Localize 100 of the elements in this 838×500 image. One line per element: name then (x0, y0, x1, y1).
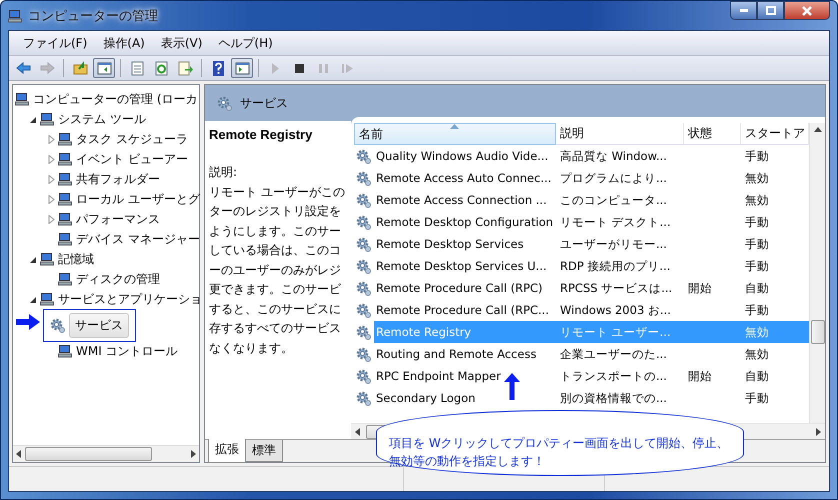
scrollbar-thumb[interactable] (25, 447, 152, 461)
table-cell-text: Remote Access Auto Connec... (375, 171, 552, 185)
scroll-up-icon[interactable] (814, 127, 822, 132)
minimize-button[interactable] (730, 1, 757, 20)
description-text: ようにします。このサー (209, 222, 342, 240)
tree-item[interactable]: ローカル ユーザーとグ (74, 190, 202, 208)
table-cell-text: 開始 (687, 280, 713, 296)
table-cell-text: プログラムにより... (559, 170, 668, 186)
monitor-icon (58, 232, 72, 246)
column-header[interactable]: 状態 (684, 123, 741, 145)
expand-arrow-icon[interactable] (47, 214, 56, 224)
scroll-right-icon[interactable] (816, 428, 821, 436)
expand-arrow-icon[interactable] (47, 134, 56, 144)
tree-item[interactable]: 共有フォルダー (74, 170, 162, 188)
tab[interactable]: 標準 (245, 440, 283, 462)
maximize-button[interactable] (757, 1, 784, 20)
table-cell-text: Remote Desktop Configuration (375, 215, 554, 229)
table-cell-text: 手動 (744, 214, 770, 230)
table-cell-text: Remote Registry (375, 325, 472, 339)
toolbar-button[interactable] (93, 58, 115, 78)
expand-arrow-icon[interactable] (47, 154, 56, 164)
minimize-icon (738, 8, 748, 12)
table-cell-text: このコンピュータ... (559, 192, 668, 208)
horizontal-scrollbar[interactable] (13, 445, 199, 462)
monitor-icon (58, 152, 72, 166)
collapse-arrow-icon[interactable] (29, 254, 38, 264)
gear-icon (356, 346, 371, 362)
scrollbar-thumb[interactable] (810, 320, 824, 344)
description-text: している場合は、このコ (209, 242, 342, 259)
scroll-right-icon[interactable] (191, 450, 196, 458)
table-cell-text: Remote Desktop Services U... (375, 259, 548, 273)
collapse-arrow-icon[interactable] (29, 294, 38, 304)
tree-item[interactable]: ディスクの管理 (74, 270, 162, 288)
description-text: 更できます。このサービ (209, 281, 342, 298)
table-cell-text: 別の資格情報での... (559, 390, 668, 406)
menu-item[interactable]: 表示(V) (152, 32, 210, 54)
scroll-left-icon[interactable] (355, 428, 360, 436)
toolbar-button[interactable] (231, 58, 253, 78)
panel-title: サービス (240, 94, 288, 112)
table-cell-text: 企業ユーザーのた... (559, 346, 668, 362)
pane-icon (96, 60, 112, 76)
hint-text: 項目を Wクリックしてプロパティー画面を出して開始、停止、 (389, 436, 730, 451)
gear-icon (356, 368, 371, 384)
table-cell-text: Remote Access Connection ... (375, 193, 548, 207)
gear-icon (356, 170, 371, 186)
description-text: ーのユーザーのみがレジ (209, 262, 342, 278)
menu-item[interactable]: 操作(A) (95, 32, 153, 54)
gear-icon (356, 236, 371, 252)
collapse-arrow-icon[interactable] (29, 114, 38, 124)
tree-item[interactable]: デバイス マネージャー (74, 230, 202, 248)
table-cell-text: リモート デスクト... (559, 214, 672, 230)
tree-item[interactable]: システム ツール (56, 110, 148, 128)
gear-icon (356, 302, 371, 318)
export-icon (176, 60, 194, 76)
tree-item[interactable]: 記憶域 (56, 250, 96, 268)
maximize-icon (766, 6, 776, 15)
column-header[interactable]: 名前 (354, 123, 556, 145)
table-cell-text: 自動 (744, 280, 770, 296)
description-text: なくなります。 (209, 340, 294, 356)
table-cell-text: 手動 (744, 258, 770, 274)
refresh-icon (152, 60, 170, 76)
table-cell-text: 無効 (744, 170, 770, 186)
monitor-icon (58, 344, 72, 358)
table-cell-text: 手動 (744, 390, 770, 406)
tree-item[interactable]: イベント ビューアー (74, 150, 190, 168)
scroll-left-icon[interactable] (16, 450, 21, 458)
arrow-icon (16, 314, 40, 330)
back-arrow-icon (14, 60, 32, 76)
gear-icon (356, 324, 371, 340)
close-icon (801, 6, 813, 16)
description-label: 説明: (209, 164, 238, 181)
table-cell-text: 無効 (744, 192, 770, 208)
menu-item[interactable]: ヘルプ(H) (210, 32, 281, 54)
table-cell-text: 高品質な Window... (559, 148, 668, 164)
table-cell-text: Routing and Remote Access (375, 347, 538, 361)
expand-arrow-icon[interactable] (47, 194, 56, 204)
tree-item[interactable]: サービス (69, 312, 129, 338)
gear-icon (356, 280, 371, 296)
table-cell-text: Remote Procedure Call (RPC... (375, 303, 550, 317)
column-header[interactable]: 説明 (556, 123, 684, 145)
tree-item[interactable]: タスク スケジューラ (74, 130, 190, 148)
table-cell-text: 無効 (744, 324, 770, 340)
tree-item[interactable]: WMI コントロール (74, 342, 180, 360)
close-button[interactable] (784, 1, 830, 20)
table-cell-text: 手動 (744, 302, 770, 318)
description-text: リモート ユーザーがこの (209, 184, 346, 200)
tree-item[interactable]: パフォーマンス (74, 210, 162, 228)
table-cell-text: ユーザーがリモー... (559, 236, 668, 252)
table-cell-text: Remote Procedure Call (RPC) (375, 281, 544, 295)
monitor-icon (58, 272, 72, 286)
vertical-scrollbar[interactable] (809, 123, 825, 423)
table-cell-text: Secondary Logon (375, 391, 476, 405)
tree-item[interactable]: コンピューターの管理 (ローカ (31, 90, 200, 108)
description-text: すると、このサービスに (209, 300, 342, 318)
monitor-icon (58, 192, 72, 206)
menu-item[interactable]: ファイル(F) (15, 32, 96, 54)
tab[interactable]: 拡張 (208, 439, 246, 463)
service-name: Remote Registry (209, 127, 314, 142)
tree-item[interactable]: サービスとアプリケーショ (56, 290, 204, 308)
expand-arrow-icon[interactable] (47, 174, 56, 184)
